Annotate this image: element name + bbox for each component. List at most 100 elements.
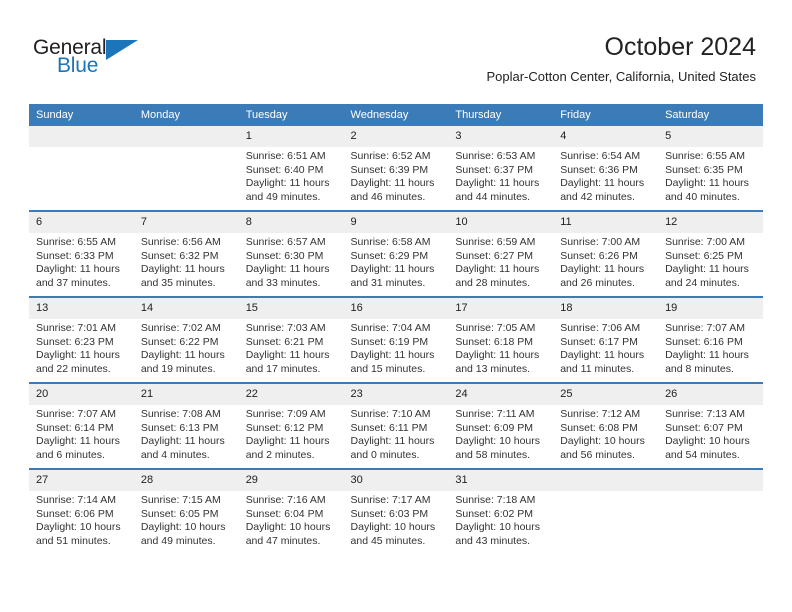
day-details: Sunrise: 7:02 AM Sunset: 6:22 PM Daylight:…: [134, 319, 239, 376]
sunset-text: Sunset: 6:36 PM: [560, 163, 638, 176]
calendar-cell: 12 Sunrise: 7:00 AM Sunset: 6:25 PM Dayligh…: [658, 210, 763, 297]
day-number: 31: [448, 470, 554, 491]
day-cell[interactable]: 11 Sunrise: 7:00 AM Sunset: 6:26 PM Dayligh…: [553, 212, 659, 296]
day-cell[interactable]: 16 Sunrise: 7:04 AM Sunset: 6:19 PM Dayligh…: [343, 298, 449, 382]
general-blue-logo[interactable]: General Blue: [33, 36, 213, 86]
calendar-cell: 20 Sunrise: 7:07 AM Sunset: 6:14 PM Dayligh…: [29, 382, 134, 469]
day-cell[interactable]: 10 Sunrise: 6:59 AM Sunset: 6:27 PM Dayligh…: [448, 212, 554, 296]
day-cell[interactable]: 26 Sunrise: 7:13 AM Sunset: 6:07 PM Dayligh…: [658, 384, 763, 468]
daylight-text: Daylight: 10 hours and 56 minutes.: [560, 435, 645, 461]
day-number: 20: [29, 384, 134, 405]
day-number: 7: [133, 212, 239, 233]
day-number: 19: [658, 298, 763, 319]
day-cell[interactable]: 2 Sunrise: 6:52 AM Sunset: 6:39 PM Daylight…: [343, 126, 449, 210]
day-cell[interactable]: 17 Sunrise: 7:05 AM Sunset: 6:18 PM Dayligh…: [448, 298, 554, 382]
day-cell[interactable]: 29 Sunrise: 7:16 AM Sunset: 6:04 PM Dayligh…: [238, 470, 344, 554]
page-title: October 2024: [604, 33, 757, 61]
day-cell[interactable]: 22 Sunrise: 7:09 AM Sunset: 6:12 PM Dayligh…: [238, 384, 344, 468]
daylight-text: Daylight: 11 hours and 33 minutes.: [245, 263, 330, 289]
weekday-header-thursday: Thursday: [448, 104, 554, 126]
day-cell[interactable]: 7 Sunrise: 6:56 AM Sunset: 6:32 PM Daylight…: [133, 212, 239, 296]
day-number: 17: [448, 298, 554, 319]
day-number: 1: [238, 126, 344, 147]
sunset-text: Sunset: 6:08 PM: [560, 421, 638, 434]
day-cell[interactable]: 18 Sunrise: 7:06 AM Sunset: 6:17 PM Dayligh…: [553, 298, 659, 382]
sunrise-text: Sunrise: 6:52 AM: [350, 150, 431, 162]
calendar-cell: 4 Sunrise: 6:54 AM Sunset: 6:36 PM Daylight…: [553, 126, 659, 211]
day-number: 22: [238, 384, 344, 405]
day-cell[interactable]: 28 Sunrise: 7:15 AM Sunset: 6:05 PM Dayligh…: [133, 470, 239, 554]
day-number: 25: [553, 384, 659, 405]
calendar-cell: 31 Sunrise: 7:18 AM Sunset: 6:02 PM Dayligh…: [448, 468, 554, 554]
day-details: Sunrise: 6:59 AM Sunset: 6:27 PM Daylight:…: [448, 233, 553, 290]
sunset-text: Sunset: 6:26 PM: [560, 249, 638, 262]
sunrise-text: Sunrise: 6:51 AM: [245, 150, 326, 162]
sunrise-text: Sunrise: 7:15 AM: [140, 494, 221, 506]
title-block: October 2024 Poplar-Cotton Center, Calif…: [486, 32, 756, 86]
day-cell[interactable]: 23 Sunrise: 7:10 AM Sunset: 6:11 PM Dayligh…: [343, 384, 449, 468]
weekday-header-friday: Friday: [553, 104, 659, 126]
day-cell[interactable]: 20 Sunrise: 7:07 AM Sunset: 6:14 PM Dayligh…: [29, 384, 134, 468]
day-cell[interactable]: 27 Sunrise: 7:14 AM Sunset: 6:06 PM Dayligh…: [29, 470, 134, 554]
day-details: Sunrise: 6:58 AM Sunset: 6:29 PM Daylight:…: [344, 233, 449, 290]
day-cell[interactable]: 6 Sunrise: 6:55 AM Sunset: 6:33 PM Daylight…: [29, 212, 134, 296]
daylight-text: Daylight: 11 hours and 15 minutes.: [350, 349, 435, 375]
weekday-header-monday: Monday: [133, 104, 239, 126]
day-cell[interactable]: 12 Sunrise: 7:00 AM Sunset: 6:25 PM Dayligh…: [658, 212, 763, 296]
sunrise-text: Sunrise: 7:05 AM: [455, 322, 536, 334]
sunrise-text: Sunrise: 7:07 AM: [36, 408, 116, 420]
sunset-text: Sunset: 6:11 PM: [350, 421, 428, 434]
calendar-cell: 24 Sunrise: 7:11 AM Sunset: 6:09 PM Dayligh…: [448, 382, 554, 469]
sunset-text: Sunset: 6:32 PM: [140, 249, 219, 262]
daylight-text: Daylight: 11 hours and 17 minutes.: [245, 349, 330, 375]
day-cell[interactable]: 24 Sunrise: 7:11 AM Sunset: 6:09 PM Dayligh…: [448, 384, 554, 468]
day-cell[interactable]: 21 Sunrise: 7:08 AM Sunset: 6:13 PM Dayligh…: [133, 384, 239, 468]
daylight-text: Daylight: 11 hours and 6 minutes.: [36, 435, 120, 461]
day-cell[interactable]: 14 Sunrise: 7:02 AM Sunset: 6:22 PM Dayligh…: [133, 298, 239, 382]
sunset-text: Sunset: 6:14 PM: [36, 421, 114, 434]
day-number: 18: [553, 298, 659, 319]
day-cell[interactable]: 3 Sunrise: 6:53 AM Sunset: 6:37 PM Daylight…: [448, 126, 554, 210]
day-cell[interactable]: 31 Sunrise: 7:18 AM Sunset: 6:02 PM Dayligh…: [448, 470, 554, 554]
day-number: 28: [133, 470, 239, 491]
sunrise-text: Sunrise: 7:09 AM: [245, 408, 326, 420]
day-number: 4: [553, 126, 659, 147]
daylight-text: Daylight: 10 hours and 49 minutes.: [140, 521, 226, 547]
calendar-cell: 3 Sunrise: 6:53 AM Sunset: 6:37 PM Daylight…: [448, 126, 554, 211]
sunset-text: Sunset: 6:07 PM: [665, 421, 743, 434]
daylight-text: Daylight: 10 hours and 54 minutes.: [665, 435, 750, 461]
day-details: Sunrise: 7:00 AM Sunset: 6:26 PM Daylight:…: [553, 233, 658, 290]
day-cell[interactable]: 5 Sunrise: 6:55 AM Sunset: 6:35 PM Daylight…: [658, 126, 763, 210]
calendar-cell: 11 Sunrise: 7:00 AM Sunset: 6:26 PM Dayligh…: [553, 210, 659, 297]
day-details: Sunrise: 6:52 AM Sunset: 6:39 PM Daylight:…: [344, 147, 449, 204]
day-cell[interactable]: 19 Sunrise: 7:07 AM Sunset: 6:16 PM Dayligh…: [658, 298, 763, 382]
sunrise-text: Sunrise: 7:16 AM: [245, 494, 326, 506]
calendar-cell: 10 Sunrise: 6:59 AM Sunset: 6:27 PM Dayligh…: [448, 210, 554, 297]
weekday-header-tuesday: Tuesday: [238, 104, 344, 126]
sunset-text: Sunset: 6:13 PM: [140, 421, 219, 434]
day-details: Sunrise: 7:09 AM Sunset: 6:12 PM Daylight:…: [239, 405, 344, 462]
day-cell[interactable]: 15 Sunrise: 7:03 AM Sunset: 6:21 PM Dayligh…: [238, 298, 344, 382]
day-cell[interactable]: 30 Sunrise: 7:17 AM Sunset: 6:03 PM Dayligh…: [343, 470, 449, 554]
day-details: Sunrise: 7:08 AM Sunset: 6:13 PM Daylight:…: [134, 405, 239, 462]
calendar-cell: 13 Sunrise: 7:01 AM Sunset: 6:23 PM Dayligh…: [29, 296, 134, 383]
day-details: Sunrise: 7:01 AM Sunset: 6:23 PM Daylight:…: [29, 319, 134, 376]
day-cell[interactable]: 13 Sunrise: 7:01 AM Sunset: 6:23 PM Dayligh…: [29, 298, 134, 382]
calendar-week-row: 27 Sunrise: 7:14 AM Sunset: 6:06 PM Dayligh…: [29, 468, 763, 554]
sunrise-text: Sunrise: 7:00 AM: [665, 236, 746, 248]
day-number: 9: [343, 212, 449, 233]
sunrise-text: Sunrise: 6:54 AM: [560, 150, 641, 162]
calendar-cell: 1 Sunrise: 6:51 AM Sunset: 6:40 PM Daylight…: [238, 126, 344, 211]
sunrise-text: Sunrise: 7:06 AM: [560, 322, 641, 334]
daylight-text: Daylight: 10 hours and 43 minutes.: [455, 521, 541, 547]
sunset-text: Sunset: 6:27 PM: [455, 249, 534, 262]
day-cell[interactable]: 9 Sunrise: 6:58 AM Sunset: 6:29 PM Daylight…: [343, 212, 449, 296]
sunrise-text: Sunrise: 7:10 AM: [350, 408, 431, 420]
day-cell[interactable]: 25 Sunrise: 7:12 AM Sunset: 6:08 PM Dayligh…: [553, 384, 659, 468]
calendar-cell: [553, 468, 659, 554]
day-cell[interactable]: 8 Sunrise: 6:57 AM Sunset: 6:30 PM Daylight…: [238, 212, 344, 296]
day-cell[interactable]: 1 Sunrise: 6:51 AM Sunset: 6:40 PM Daylight…: [238, 126, 344, 210]
daylight-text: Daylight: 11 hours and 44 minutes.: [455, 177, 540, 203]
day-cell[interactable]: 4 Sunrise: 6:54 AM Sunset: 6:36 PM Daylight…: [553, 126, 659, 210]
day-details: Sunrise: 7:07 AM Sunset: 6:14 PM Daylight:…: [29, 405, 134, 462]
